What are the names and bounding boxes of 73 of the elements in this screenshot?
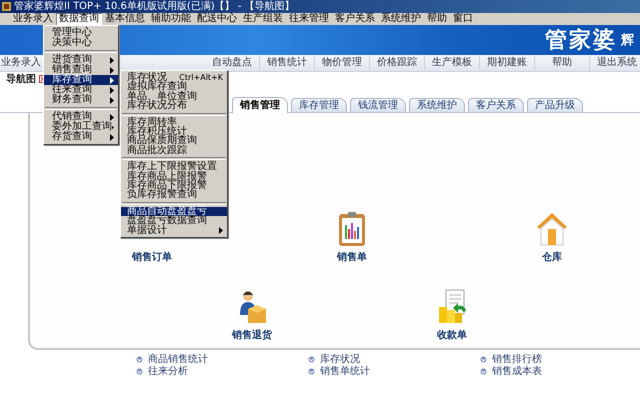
report-link[interactable]: 销售单统计	[320, 366, 370, 377]
bullet-icon	[480, 368, 487, 375]
tab[interactable]: 库存管理	[291, 98, 347, 112]
menu-item[interactable]: 代销查询	[44, 112, 118, 122]
menu-item[interactable]: 商品批次跟踪	[121, 146, 227, 156]
tab[interactable]: 钱流管理	[350, 98, 406, 112]
toolbar-button[interactable]: 物价管理	[315, 56, 370, 70]
menu-item[interactable]: 基本信息	[102, 13, 148, 25]
menu-item[interactable]: 数据查询	[56, 13, 102, 25]
bullet-icon	[308, 356, 315, 363]
bullet-icon	[308, 368, 315, 375]
report-link[interactable]: 库存状况	[320, 354, 360, 365]
menu-item[interactable]: 决策中心	[44, 38, 118, 48]
menu-item[interactable]: 业务录入	[10, 13, 56, 25]
menu-item[interactable]: 帮助	[424, 13, 450, 25]
menu-item[interactable]: 委外加工查询	[44, 122, 118, 132]
coins-document-icon[interactable]	[439, 290, 466, 323]
app-icon	[2, 2, 11, 11]
toolbar-button[interactable]: 帮助	[535, 56, 590, 70]
toolbar-button[interactable]: 期初建账	[480, 56, 535, 70]
shortcut-link[interactable]: 收款单	[437, 328, 467, 342]
bullet-icon	[136, 356, 143, 363]
clipboard-chart-icon[interactable]	[339, 212, 365, 246]
menu-item[interactable]: 存货查询	[44, 132, 118, 142]
report-link[interactable]: 商品销售统计	[148, 354, 208, 365]
shortcut-link[interactable]: 销售退货	[232, 328, 272, 342]
menu-item[interactable]: 盘盈盘亏数据查询	[121, 216, 227, 226]
menu-item[interactable]: 窗口	[450, 13, 476, 25]
menu-item[interactable]: 进货查询	[44, 55, 118, 65]
toolbar-button[interactable]: 退出系统	[590, 56, 640, 70]
menu-item[interactable]: 生产组装	[240, 13, 286, 25]
bullet-icon	[136, 368, 143, 375]
report-link[interactable]: 销售排行榜	[492, 354, 542, 365]
menu-item[interactable]: 系统维护	[378, 13, 424, 25]
logo-text: 辉	[621, 32, 634, 49]
menu-item[interactable]: 单据设计	[121, 226, 227, 236]
report-link[interactable]: 往来分析	[148, 366, 188, 377]
menu-item[interactable]: 商品自动盘盈盘亏	[121, 206, 227, 216]
toolbar-button[interactable]: 价格跟踪	[370, 56, 425, 70]
shortcut-link[interactable]: 仓库	[542, 250, 562, 264]
menu-item[interactable]: 销售查询	[44, 65, 118, 75]
menu-item[interactable]: 辅助功能	[148, 13, 194, 25]
menu-item[interactable]: 库存上下限报警设置	[121, 162, 227, 172]
toolbar-button[interactable]: 销售统计	[260, 56, 315, 70]
menu-item[interactable]: 客户关系	[332, 13, 378, 25]
toolbar-button[interactable]: 生产模板	[425, 56, 480, 70]
pane-title: 导航图	[6, 72, 36, 86]
logo: 管家婆	[545, 26, 617, 55]
report-link[interactable]: 销售成本表	[492, 366, 542, 377]
shortcut-text: Ctrl+Alt+K	[179, 73, 223, 82]
tab[interactable]: 产品升级	[527, 98, 583, 112]
menu-item[interactable]: 库存积压统计	[121, 127, 227, 136]
menu-item[interactable]: 虚拟库存查询	[121, 82, 227, 92]
menu-item[interactable]: 库存状况分布	[121, 101, 227, 111]
menu-item[interactable]: 财务查询	[44, 95, 118, 105]
window-title: 管家婆辉煌II TOP+ 10.6单机版试用版(已满)【】 - 【导航图】	[14, 0, 295, 12]
menu-item[interactable]: 往来查询	[44, 85, 118, 95]
menu-item[interactable]: 商品保质期查询	[121, 136, 227, 146]
menu-item[interactable]: 管理中心	[44, 28, 118, 38]
menu-item[interactable]: 配送中心	[194, 13, 240, 25]
tab[interactable]: 系统维护	[409, 98, 465, 112]
person-box-icon[interactable]	[240, 291, 266, 323]
tab[interactable]: 销售管理	[232, 97, 288, 113]
menu-item[interactable]: 库存商品上限报警	[121, 172, 227, 182]
menu-item[interactable]: 库存商品下限报警	[121, 181, 227, 190]
menu-item[interactable]: 往来管理	[286, 13, 332, 25]
bullet-icon	[480, 356, 487, 363]
toolbar-button[interactable]: 业务录入	[0, 56, 42, 70]
shortcut-link[interactable]: 销售订单	[132, 250, 172, 264]
menu-item[interactable]: 库存查询	[44, 75, 118, 85]
tab[interactable]: 客户关系	[468, 98, 524, 112]
menu-item[interactable]: 负库存报警查询	[121, 190, 227, 200]
shortcut-link[interactable]: 销售单	[337, 250, 367, 264]
